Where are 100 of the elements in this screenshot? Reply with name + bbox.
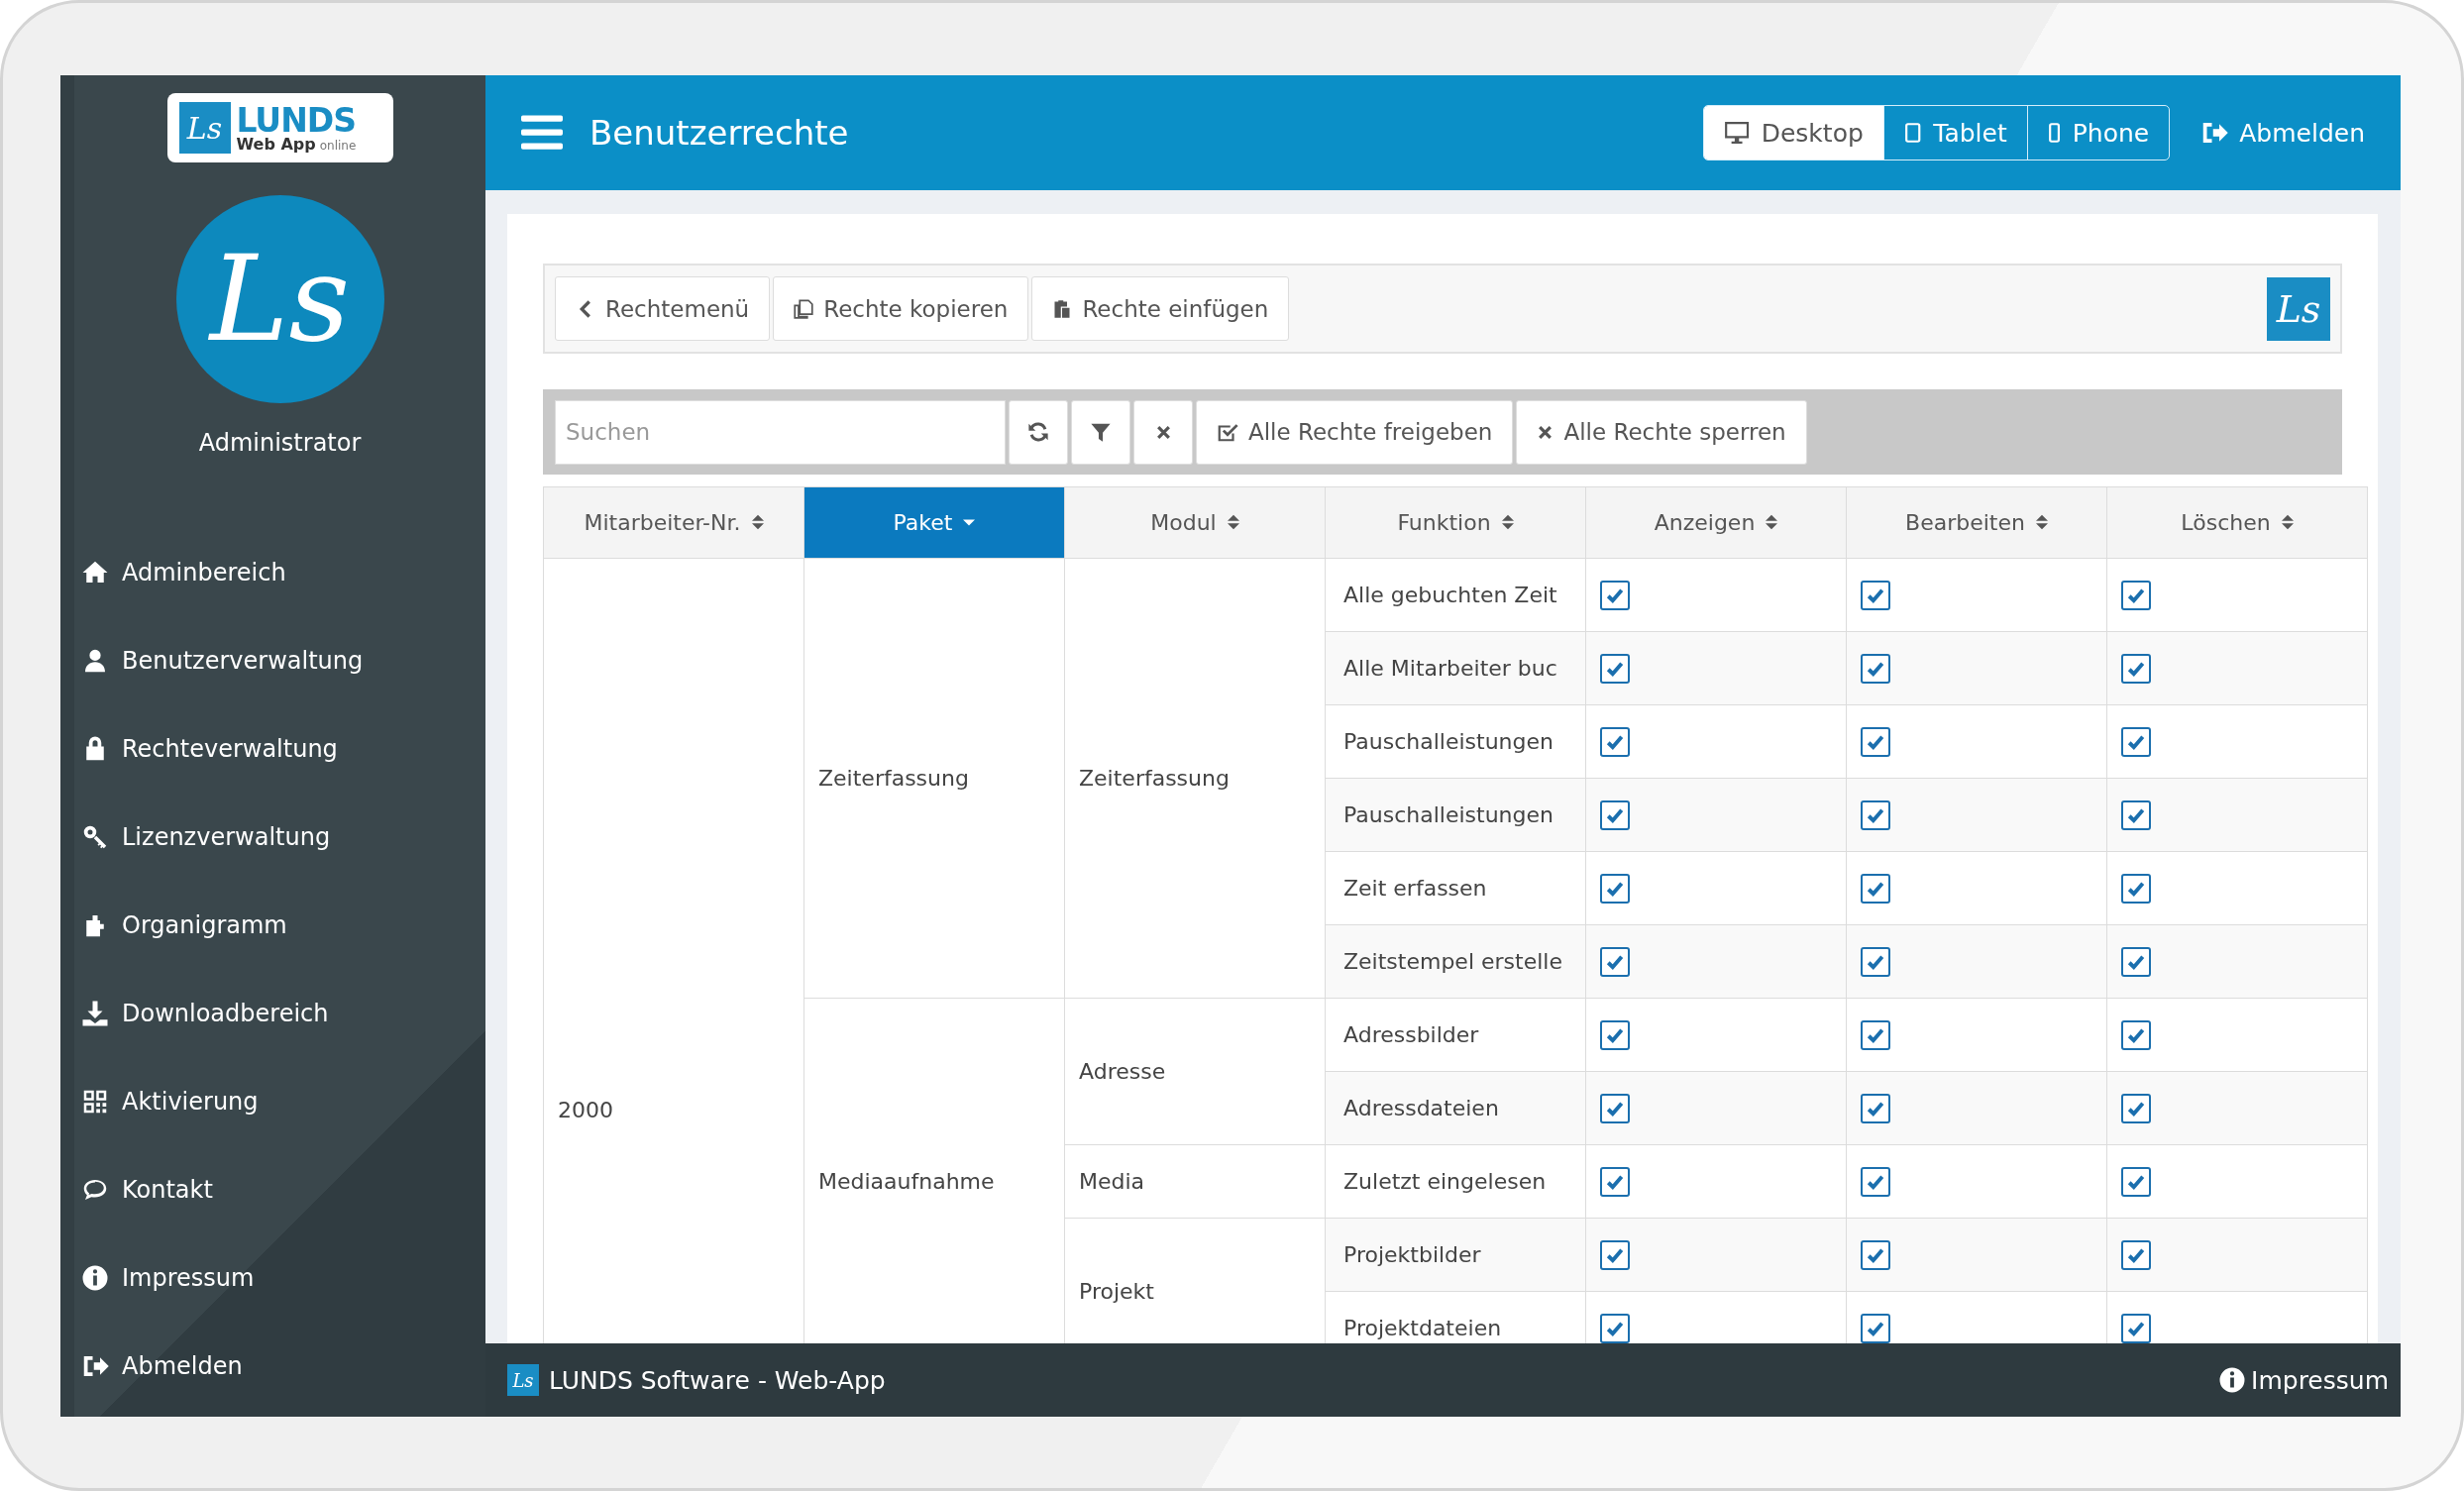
column-header[interactable]: Anzeigen [1585, 486, 1847, 559]
checkbox[interactable] [2121, 946, 2151, 977]
sidebar-item[interactable]: Benutzerverwaltung [80, 616, 485, 704]
search-field[interactable]: Suchen [555, 399, 1006, 465]
checkbox[interactable] [2121, 873, 2151, 904]
table-cell: Alle gebuchten Zeit [1325, 558, 1586, 632]
toolbar-button[interactable]: Rechte kopieren [773, 276, 1029, 341]
checkbox[interactable] [1861, 1313, 1890, 1343]
checkbox[interactable] [1861, 1093, 1890, 1123]
checkbox[interactable] [1600, 946, 1630, 977]
checkbox[interactable] [1600, 726, 1630, 757]
sidebar-item[interactable]: Adminbereich [80, 528, 485, 616]
sidebar-item[interactable]: Rechteverwaltung [80, 704, 485, 793]
table-cell: Zuletzt eingelesen [1325, 1144, 1586, 1219]
table-cell: Adressbilder [1325, 998, 1586, 1072]
table-cell: Pauschalleistungen [1325, 778, 1586, 852]
filter-action-button[interactable]: Alle Rechte sperren [1516, 399, 1807, 465]
toolbar-button[interactable]: Rechte einfügen [1031, 276, 1290, 341]
refresh-icon [1027, 421, 1049, 443]
sort-icon [2035, 512, 2048, 532]
toolbar-button[interactable]: Rechtemenü [555, 276, 771, 341]
checkbox[interactable] [1861, 799, 1890, 830]
checkbox[interactable] [1600, 1166, 1630, 1197]
page-title: Benutzerrechte [589, 113, 850, 153]
view-mode-tab[interactable]: Phone [2026, 106, 2170, 160]
checkbox[interactable] [2121, 1239, 2151, 1270]
checkbox[interactable] [1861, 1019, 1890, 1050]
checkbox[interactable] [1600, 653, 1630, 684]
checkbox[interactable] [1861, 653, 1890, 684]
checkbox[interactable] [1861, 1239, 1890, 1270]
checkbox[interactable] [1600, 873, 1630, 904]
checkbox[interactable] [1861, 1166, 1890, 1197]
column-header[interactable]: Modul [1064, 486, 1326, 559]
sidebar-item[interactable]: Abmelden [80, 1322, 485, 1410]
checkbox[interactable] [1600, 1019, 1630, 1050]
sort-icon [2281, 512, 2294, 532]
table-cell: Projektbilder [1325, 1218, 1586, 1292]
checkbox[interactable] [2121, 799, 2151, 830]
filter-button[interactable] [1071, 399, 1130, 465]
column-header[interactable]: Paket [803, 486, 1065, 559]
checkbox[interactable] [1861, 873, 1890, 904]
view-mode-tab[interactable]: Desktop [1703, 106, 1883, 160]
column-header[interactable]: Mitarbeiter-Nr. [543, 486, 804, 559]
clear-button[interactable] [1133, 399, 1193, 465]
checkbox[interactable] [2121, 580, 2151, 610]
tablet-icon [1903, 121, 1922, 145]
sidebar-item[interactable]: Aktivierung [80, 1057, 485, 1145]
sidebar-item[interactable]: Kontakt [80, 1145, 485, 1233]
checkbox[interactable] [1861, 946, 1890, 977]
avatar-mark: Ls [209, 240, 351, 359]
close-icon [1154, 423, 1172, 441]
view-mode-tab[interactable]: Tablet [1882, 106, 2027, 160]
column-header[interactable]: Bearbeiten [1846, 486, 2107, 559]
table-cell: Zeiterfassung [803, 558, 1065, 999]
checkbox[interactable] [1861, 726, 1890, 757]
checkbox[interactable] [2121, 1166, 2151, 1197]
column-header[interactable]: Löschen [2106, 486, 2368, 559]
filter-action-button[interactable]: Alle Rechte freigeben [1196, 399, 1514, 465]
checkbox[interactable] [2121, 653, 2151, 684]
checkbox[interactable] [2121, 1093, 2151, 1123]
logo-mark: Ls [178, 102, 231, 154]
checkbox[interactable] [2121, 726, 2151, 757]
checkbox[interactable] [1600, 799, 1630, 830]
checkbox[interactable] [2121, 1313, 2151, 1343]
logo-subtitle: Web App [236, 136, 316, 153]
monitor-icon [1723, 121, 1750, 145]
checkbox[interactable] [1600, 1239, 1630, 1270]
table-cell: Zeit erfassen [1325, 851, 1586, 925]
logo-mark: Ls [2267, 276, 2330, 341]
sidebar-item[interactable]: Organigramm [80, 881, 485, 969]
checkbox[interactable] [1600, 1313, 1630, 1343]
footer-text: LUNDS Software - Web-App [549, 1365, 887, 1395]
checkbox[interactable] [2121, 1019, 2151, 1050]
table-cell: Zeitstempel erstelle [1325, 924, 1586, 999]
sidebar-item[interactable]: Downloadbereich [80, 969, 485, 1057]
table-cell: Adressdateien [1325, 1071, 1586, 1145]
paste-icon [1052, 298, 1073, 319]
table-cell: Alle Mitarbeiter buc [1325, 631, 1586, 705]
checkbox[interactable] [1600, 580, 1630, 610]
checkbox-icon [1217, 421, 1238, 443]
impressum-link[interactable]: Impressum [2217, 1365, 2389, 1395]
table-cell: Zeiterfassung [1064, 558, 1326, 999]
checkbox[interactable] [1600, 1093, 1630, 1123]
sort-icon [1766, 512, 1778, 532]
copy-icon [794, 298, 814, 319]
table-cell: Projektdateien [1325, 1291, 1586, 1343]
column-header[interactable]: Funktion [1325, 486, 1586, 559]
menu-icon[interactable] [521, 115, 563, 151]
logo-name: LUNDS [236, 103, 357, 137]
table-cell: Pauschalleistungen [1325, 704, 1586, 779]
logo-mark: Ls [507, 1364, 539, 1396]
table-cell: Mediaaufnahme [803, 998, 1065, 1343]
sort-icon [751, 512, 764, 532]
phone-icon [2047, 121, 2061, 145]
user-name: Administrator [198, 429, 362, 457]
refresh-button[interactable] [1009, 399, 1068, 465]
sidebar-item[interactable]: Lizenzverwaltung [80, 793, 485, 881]
sidebar-item[interactable]: Impressum [80, 1233, 485, 1322]
logout-link[interactable]: Abmelden [2199, 118, 2365, 148]
checkbox[interactable] [1861, 580, 1890, 610]
